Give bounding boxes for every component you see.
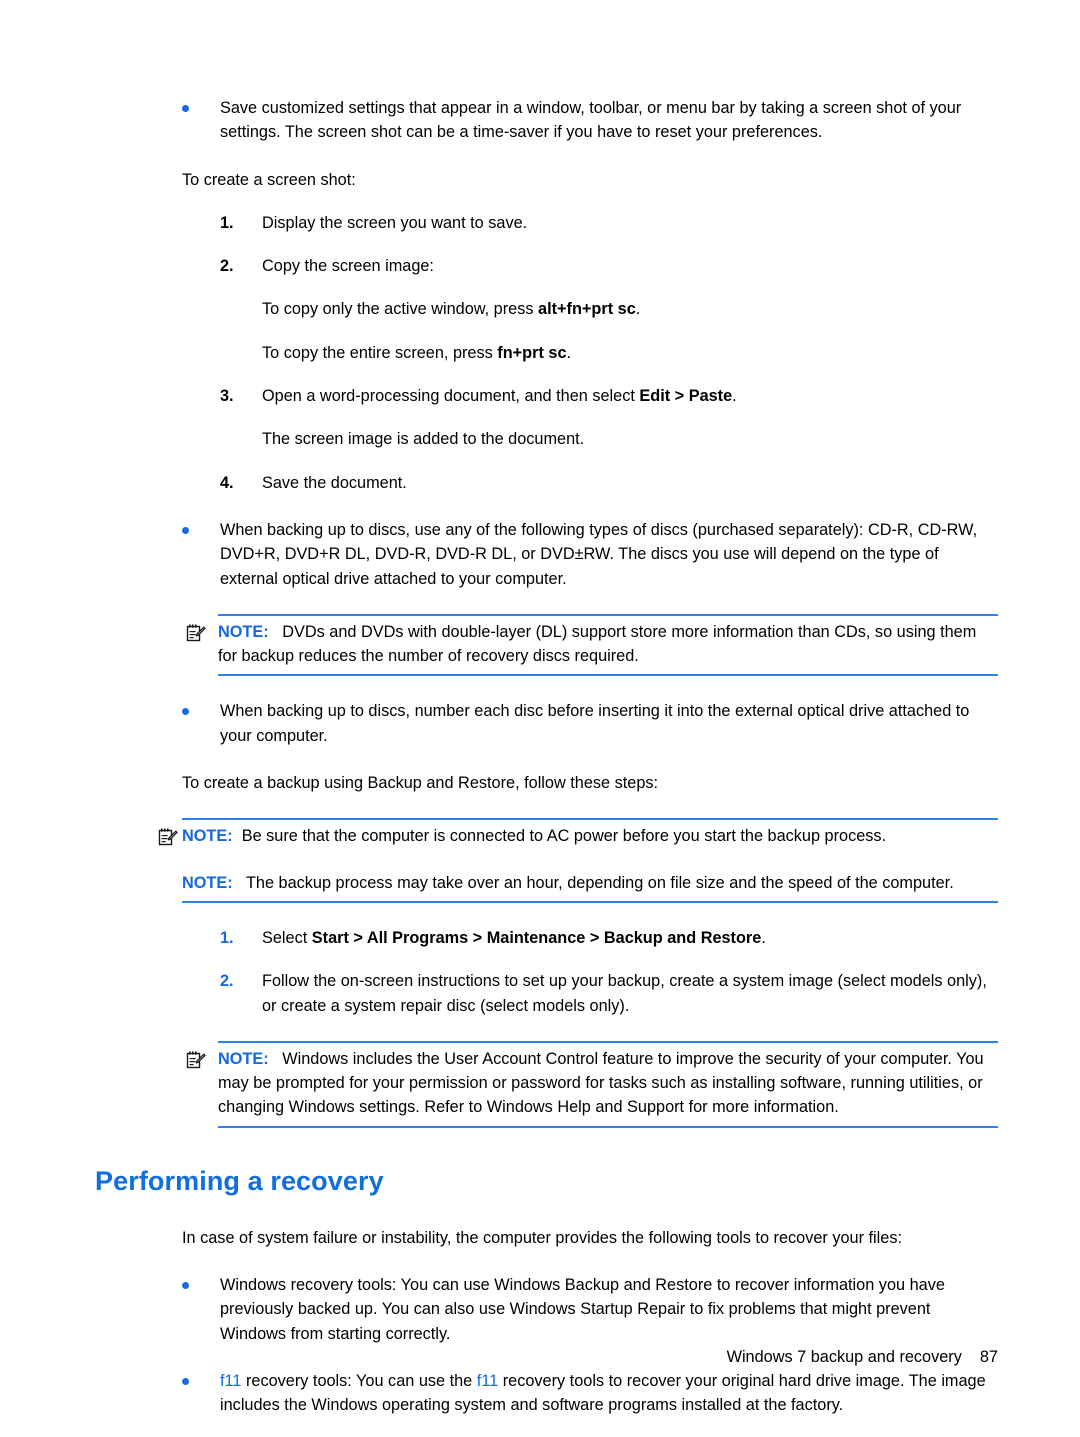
list-item: f11 recovery tools: You can use the f11 … xyxy=(182,1369,998,1418)
section-heading-performing-a-recovery: Performing a recovery xyxy=(95,1165,384,1196)
text-fragment: The backup process may take over an hour… xyxy=(245,873,954,892)
text-fragment: recovery tools: You can use the xyxy=(241,1371,477,1390)
bullet-dot-icon xyxy=(182,526,189,534)
list-item-text: Follow the on-screen instructions to set… xyxy=(262,972,987,1015)
text-fragment: DVDs and DVDs with double-layer (DL) sup… xyxy=(218,622,977,666)
bullet-dot-icon xyxy=(182,1377,189,1385)
note-box-backup-prereqs: NOTE: Be sure that the computer is conne… xyxy=(158,818,998,903)
cross-reference-f11-link[interactable]: f11 xyxy=(220,1372,241,1390)
list-item-text: Select Start > All Programs > Maintenanc… xyxy=(262,929,766,947)
text-fragment: Be sure that the computer is connected t… xyxy=(241,827,887,846)
list-item-text: Display the screen you want to save. xyxy=(262,213,528,232)
ordered-list-item-3: 3. Open a word-processing document, and … xyxy=(182,384,996,408)
text-fragment: . xyxy=(566,343,572,362)
text-fragment: . xyxy=(761,928,766,947)
bullet-dot-icon xyxy=(182,1282,189,1290)
bullet-dot-icon xyxy=(182,708,189,716)
page-number: 87 xyxy=(979,1348,998,1366)
text-fragment: Select xyxy=(262,928,312,947)
ordered-list-item-backup-2: 2. Follow the on-screen instructions to … xyxy=(182,969,996,1018)
bullet-dot-icon xyxy=(182,105,189,112)
note-box-user-account-control: NOTE: Windows includes the User Account … xyxy=(186,1040,998,1128)
page-content: Save customized settings that appear in … xyxy=(0,96,1080,1418)
paragraph-create-screen-shot: To create a screen shot: xyxy=(182,170,356,189)
text-fragment: . xyxy=(732,387,737,406)
note-label: NOTE: xyxy=(218,1049,269,1068)
ordered-list-item-2: 2. Copy the screen image: xyxy=(182,254,996,278)
list-item-text: Open a word-processing document, and the… xyxy=(262,387,737,405)
list-item-text: Copy the screen image: xyxy=(262,257,434,276)
note-text: NOTE: DVDs and DVDs with double-layer (D… xyxy=(218,620,998,669)
keyboard-shortcut-alt-fn-prtsc: alt+fn+prt sc xyxy=(538,300,636,319)
text-fragment: . xyxy=(635,300,641,319)
list-item-text: Windows recovery tools: You can use Wind… xyxy=(220,1276,945,1343)
list-number: 1. xyxy=(220,928,234,947)
note-text: NOTE: Windows includes the User Account … xyxy=(218,1047,998,1120)
text-fragment: Open a word-processing document, and the… xyxy=(262,387,640,406)
list-item-text: When backing up to discs, use any of the… xyxy=(220,520,978,588)
note-label: NOTE: xyxy=(218,622,269,641)
list-item-text: Save customized settings that appear in … xyxy=(220,99,962,142)
paragraph-copy-active-window: To copy only the active window, press al… xyxy=(262,297,996,321)
text-fragment: To copy the entire screen, press xyxy=(262,343,498,362)
list-number: 4. xyxy=(220,473,234,492)
note-box-dl-discs: NOTE: DVDs and DVDs with double-layer (D… xyxy=(186,613,998,677)
notepad-pencil-icon xyxy=(186,1050,206,1070)
footer-title: Windows 7 backup and recovery xyxy=(726,1348,962,1366)
paragraph-backup-steps-intro: To create a backup using Backup and Rest… xyxy=(182,774,659,793)
menu-path-edit-paste: Edit > Paste xyxy=(639,387,733,406)
list-number: 3. xyxy=(220,387,234,406)
document-page: Save customized settings that appear in … xyxy=(0,0,1080,1437)
keyboard-shortcut-fn-prtsc: fn+prt sc xyxy=(497,343,567,362)
page-footer: Windows 7 backup and recovery 87 xyxy=(0,1348,1080,1367)
note-label: NOTE: xyxy=(182,827,233,846)
list-number: 1. xyxy=(220,213,234,232)
cross-reference-f11-link[interactable]: f11 xyxy=(477,1372,498,1390)
list-item-text: When backing up to discs, number each di… xyxy=(220,702,970,745)
text-fragment: To copy only the active window, press xyxy=(262,300,539,319)
paragraph-image-added: The screen image is added to the documen… xyxy=(262,430,585,449)
list-item: When backing up to discs, number each di… xyxy=(182,699,998,748)
ordered-list-item-1: 1. Display the screen you want to save. xyxy=(182,211,996,235)
notepad-pencil-icon xyxy=(186,623,206,643)
list-item: When backing up to discs, use any of the… xyxy=(182,518,998,591)
note-text: NOTE: The backup process may take over a… xyxy=(182,871,998,895)
list-number: 2. xyxy=(220,257,234,276)
menu-path-start-backup-restore: Start > All Programs > Maintenance > Bac… xyxy=(311,928,762,947)
list-number: 2. xyxy=(220,972,234,991)
notepad-pencil-icon xyxy=(158,827,178,847)
paragraph-recovery-intro: In case of system failure or instability… xyxy=(182,1228,903,1247)
note-text: NOTE: Be sure that the computer is conne… xyxy=(182,824,998,848)
ordered-list-item-backup-1: 1. Select Start > All Programs > Mainten… xyxy=(182,926,996,950)
paragraph-copy-entire-screen: To copy the entire screen, press fn+prt … xyxy=(262,341,996,365)
list-item: Save customized settings that appear in … xyxy=(182,96,998,145)
note-label: NOTE: xyxy=(182,873,233,892)
list-item-text: f11 recovery tools: You can use the f11 … xyxy=(220,1372,986,1414)
ordered-list-item-4: 4. Save the document. xyxy=(182,471,996,495)
list-item-text: Save the document. xyxy=(262,473,407,492)
list-item: Windows recovery tools: You can use Wind… xyxy=(182,1273,998,1346)
text-fragment: Windows includes the User Account Contro… xyxy=(218,1049,984,1117)
